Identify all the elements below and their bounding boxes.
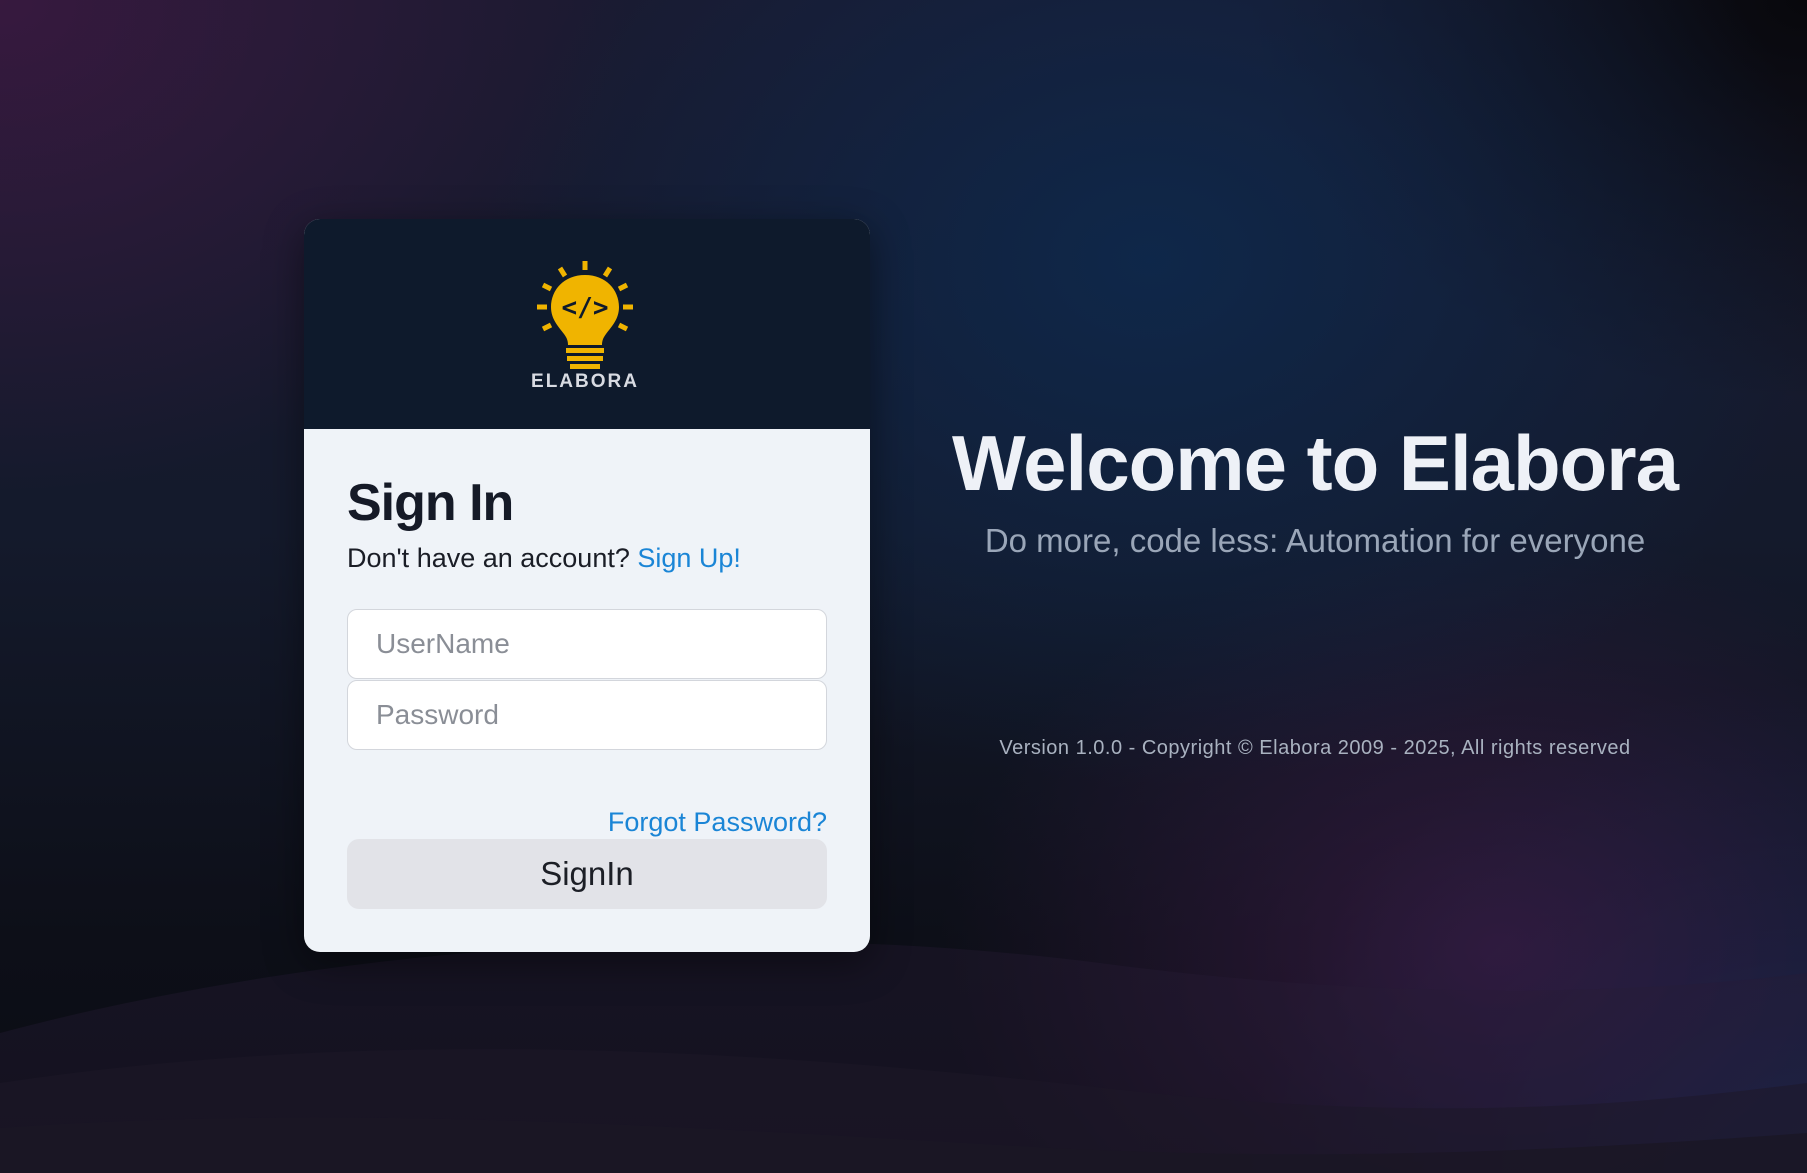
login-card: </> ELABORA Sign In Don't have an accoun… xyxy=(304,219,870,952)
password-input[interactable] xyxy=(347,680,827,750)
lightbulb-code-icon: </> xyxy=(537,261,633,369)
tagline: Do more, code less: Automation for every… xyxy=(984,522,1646,559)
account-prompt-line: Don't have an account? Sign Up! xyxy=(347,543,741,574)
logo-glyph: </> xyxy=(562,293,609,323)
version-copyright: Version 1.0.0 - Copyright © Elabora 2009… xyxy=(999,737,1631,759)
signin-title: Sign In xyxy=(347,474,514,532)
background-waves xyxy=(0,940,1807,1173)
signin-button[interactable]: SignIn xyxy=(347,839,827,909)
welcome-heading: Welcome to Elabora xyxy=(951,419,1679,507)
card-header: </> ELABORA xyxy=(304,219,870,429)
logo-text: ELABORA xyxy=(531,371,639,392)
elabora-logo: </> ELABORA xyxy=(520,259,650,394)
forgot-password-link[interactable]: Forgot Password? xyxy=(608,807,827,838)
username-input[interactable] xyxy=(347,609,827,679)
account-prompt-text: Don't have an account? xyxy=(347,543,630,573)
signup-link[interactable]: Sign Up! xyxy=(637,543,741,573)
